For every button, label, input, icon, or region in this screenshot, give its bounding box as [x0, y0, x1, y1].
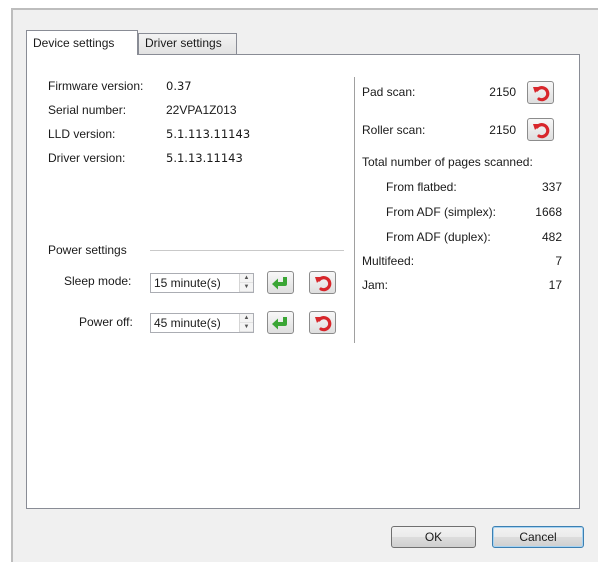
jam-value: 17: [548, 278, 562, 292]
power-settings-divider: [150, 250, 344, 251]
red-undo-arrow-icon: [314, 315, 331, 331]
serial-number-value: 22VPA1Z013: [166, 103, 237, 117]
window-frame-left: [11, 8, 13, 562]
from-adf-simplex-value: 1668: [535, 205, 562, 219]
sleep-mode-apply-button[interactable]: [267, 271, 294, 294]
power-off-reset-button[interactable]: [309, 311, 336, 334]
sleep-mode-reset-button[interactable]: [309, 271, 336, 294]
pad-scan-reset-button[interactable]: [527, 81, 554, 104]
driver-version-value: 5.1.13.11143: [166, 151, 243, 165]
firmware-version-value: 0.37: [166, 79, 192, 93]
from-flatbed-value: 337: [541, 180, 562, 194]
spin-up-icon[interactable]: ▲: [240, 314, 253, 323]
from-adf-duplex-value: 482: [541, 230, 562, 244]
lld-version-label: LLD version:: [48, 127, 116, 141]
sleep-mode-label: Sleep mode:: [64, 274, 132, 288]
top-edge: [0, 0, 598, 8]
power-off-spinner[interactable]: 45 minute(s) ▲ ▼: [150, 313, 254, 333]
spin-up-icon[interactable]: ▲: [240, 274, 253, 283]
power-settings-group-label: Power settings: [48, 243, 127, 257]
roller-scan-value: 2150: [489, 123, 516, 137]
red-undo-arrow-icon: [532, 122, 549, 138]
multifeed-label: Multifeed:: [362, 254, 415, 268]
spin-down-icon[interactable]: ▼: [240, 283, 253, 292]
driver-version-label: Driver version:: [48, 151, 126, 165]
sleep-mode-spin-buttons[interactable]: ▲ ▼: [239, 274, 253, 292]
firmware-version-label: Firmware version:: [48, 79, 144, 93]
from-flatbed-label: From flatbed:: [386, 180, 457, 194]
from-adf-simplex-label: From ADF (simplex):: [386, 205, 497, 219]
power-off-apply-button[interactable]: [267, 311, 294, 334]
serial-number-label: Serial number:: [48, 103, 127, 117]
red-undo-arrow-icon: [532, 85, 549, 101]
multifeed-value: 7: [555, 254, 562, 268]
sleep-mode-spinner[interactable]: 15 minute(s) ▲ ▼: [150, 273, 254, 293]
pad-scan-value: 2150: [489, 85, 516, 99]
tab-driver-settings[interactable]: Driver settings: [138, 33, 237, 54]
dialog-window: Device settings Driver settings Firmware…: [0, 0, 598, 562]
ok-button[interactable]: OK: [391, 526, 476, 548]
power-off-label: Power off:: [79, 315, 133, 329]
roller-scan-reset-button[interactable]: [527, 118, 554, 141]
sleep-mode-value: 15 minute(s): [154, 276, 221, 290]
total-pages-label: Total number of pages scanned:: [362, 155, 533, 169]
green-enter-arrow-icon: [272, 276, 287, 289]
from-adf-duplex-label: From ADF (duplex):: [386, 230, 491, 244]
left-edge: [0, 8, 11, 562]
power-off-spin-buttons[interactable]: ▲ ▼: [239, 314, 253, 332]
spin-down-icon[interactable]: ▼: [240, 323, 253, 332]
jam-label: Jam:: [362, 278, 389, 292]
power-off-value: 45 minute(s): [154, 316, 221, 330]
red-undo-arrow-icon: [314, 275, 331, 291]
window-frame-top: [11, 8, 598, 10]
cancel-button[interactable]: Cancel: [492, 526, 584, 548]
vertical-divider: [354, 77, 355, 343]
pad-scan-label: Pad scan:: [362, 85, 416, 99]
green-enter-arrow-icon: [272, 316, 287, 329]
roller-scan-label: Roller scan:: [362, 123, 426, 137]
lld-version-value: 5.1.113.11143: [166, 127, 251, 141]
tab-device-settings[interactable]: Device settings: [26, 30, 138, 55]
